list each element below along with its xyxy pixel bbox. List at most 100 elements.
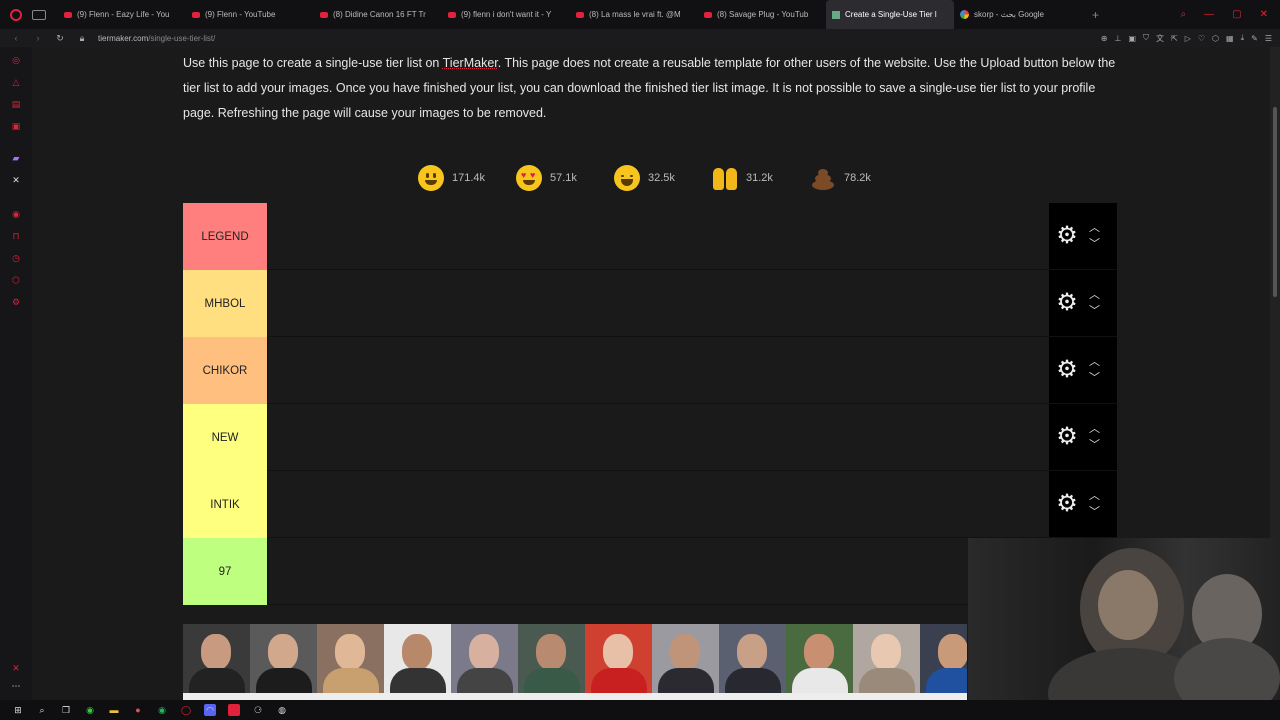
pool-image[interactable] xyxy=(518,624,585,700)
browser-tab[interactable]: (8) La mass le vrai ft. @M xyxy=(570,0,698,29)
move-up-chevron-icon[interactable]: ︿ xyxy=(1089,290,1100,301)
search-tabs-icon[interactable]: ⌕ xyxy=(1181,9,1187,20)
xbox-icon[interactable]: ◉ xyxy=(84,704,96,716)
play-icon[interactable]: ▷ xyxy=(1185,34,1191,43)
obs-icon[interactable]: ◍ xyxy=(276,704,288,716)
sidebar-extensions-icon[interactable]: ⬡ xyxy=(11,275,21,285)
tier-drop-zone[interactable] xyxy=(267,203,1049,269)
move-down-chevron-icon[interactable]: ﹀ xyxy=(1089,440,1100,451)
discord-icon[interactable]: ◠ xyxy=(204,704,216,716)
screenshot-icon[interactable]: ▦ xyxy=(1226,34,1234,43)
pool-image[interactable] xyxy=(317,624,384,700)
tier-label[interactable]: MHBOL xyxy=(183,270,267,337)
browser-tab[interactable]: (9) Flenn - Eazy Life - You xyxy=(58,0,186,29)
reaction-raised-hands[interactable]: 31.2k xyxy=(712,161,810,195)
move-up-chevron-icon[interactable]: ︿ xyxy=(1089,491,1100,502)
file-explorer-icon[interactable]: ▬ xyxy=(108,704,120,716)
maximize-icon[interactable]: ▢ xyxy=(1232,9,1241,20)
browser-tab-active[interactable]: Create a Single-Use Tier l xyxy=(826,0,954,29)
tier-drop-zone[interactable] xyxy=(267,404,1049,470)
opera-gx-icon[interactable] xyxy=(228,704,240,716)
tier-settings-gear-icon[interactable]: ⚙ xyxy=(1055,492,1079,516)
pool-image[interactable] xyxy=(585,624,652,700)
pool-image[interactable] xyxy=(920,624,967,700)
pool-image[interactable] xyxy=(250,624,317,700)
reaction-poop[interactable]: 78.2k xyxy=(810,161,908,195)
sidebar-history-icon[interactable]: ◷ xyxy=(11,253,21,263)
aria-icon[interactable]: ✎ xyxy=(1251,34,1258,43)
sidebar-flow-icon[interactable]: △ xyxy=(11,77,21,87)
forward-icon[interactable]: › xyxy=(32,33,44,43)
tier-settings-gear-icon[interactable]: ⚙ xyxy=(1055,358,1079,382)
sidebar-gx-icon[interactable]: ✕ xyxy=(11,663,21,673)
reload-icon[interactable]: ↻ xyxy=(54,33,66,44)
app-icon[interactable]: ⚆ xyxy=(252,704,264,716)
tier-drop-zone[interactable] xyxy=(267,471,1049,537)
browser-tab[interactable]: (9) flenn i don't want it - Y xyxy=(442,0,570,29)
spotify-icon[interactable]: ◉ xyxy=(156,704,168,716)
move-down-chevron-icon[interactable]: ﹀ xyxy=(1089,306,1100,317)
browser-tab[interactable]: skorp - بحث Google xyxy=(954,0,1082,29)
sidebar-x-icon[interactable]: ✕ xyxy=(11,175,21,185)
pool-image[interactable] xyxy=(786,624,853,700)
pool-image[interactable] xyxy=(853,624,920,700)
pool-image[interactable] xyxy=(652,624,719,700)
new-tab-button[interactable]: + xyxy=(1092,8,1099,22)
sidebar-player-icon[interactable]: ◉ xyxy=(11,209,21,219)
tier-label[interactable]: 97 xyxy=(183,538,267,605)
pin-icon[interactable]: ⊥ xyxy=(1114,34,1121,43)
tier-label[interactable]: LEGEND xyxy=(183,203,267,270)
move-down-chevron-icon[interactable]: ﹀ xyxy=(1089,239,1100,250)
download-icon[interactable]: ⤓ xyxy=(1241,33,1245,43)
url-field[interactable]: tiermaker.com/single-use-tier-list/ xyxy=(98,34,215,43)
snapshot-icon[interactable]: ▣ xyxy=(1128,34,1136,43)
browser-tab[interactable]: (8) Didine Canon 16 FT Tr xyxy=(314,0,442,29)
pool-image[interactable] xyxy=(719,624,786,700)
tier-label[interactable]: CHIKOR xyxy=(183,337,267,404)
move-down-chevron-icon[interactable]: ﹀ xyxy=(1089,373,1100,384)
sidebar-twitch-icon[interactable]: ▰ xyxy=(11,153,21,163)
tab-overview-icon[interactable] xyxy=(32,9,46,20)
close-icon[interactable]: ✕ xyxy=(1260,9,1268,20)
task-view-icon[interactable]: ❐ xyxy=(60,704,72,716)
tier-drop-zone[interactable] xyxy=(267,337,1049,403)
pool-image[interactable] xyxy=(183,624,250,700)
pool-image[interactable] xyxy=(451,624,518,700)
sidebar-settings-icon[interactable]: ⚙ xyxy=(11,297,21,307)
shield-icon[interactable]: ⛉ xyxy=(1143,33,1149,43)
scrollbar-thumb[interactable] xyxy=(1273,107,1277,297)
reaction-smile[interactable]: 171.4k xyxy=(418,161,516,195)
sidebar-bookmarks-icon[interactable]: ⊓ xyxy=(11,231,21,241)
share-icon[interactable]: ⇱ xyxy=(1171,34,1178,43)
zoom-icon[interactable]: ⊕ xyxy=(1101,34,1108,43)
microphone-icon[interactable]: ● xyxy=(132,704,144,716)
tiermaker-link[interactable]: TierMaker xyxy=(443,56,498,70)
minimize-icon[interactable]: — xyxy=(1204,9,1214,20)
tier-settings-gear-icon[interactable]: ⚙ xyxy=(1055,425,1079,449)
sidebar-whatsapp-icon[interactable]: ▣ xyxy=(11,121,21,131)
browser-tab[interactable]: (9) Flenn - YouTube xyxy=(186,0,314,29)
sidebar-messenger-icon[interactable]: ▤ xyxy=(11,99,21,109)
move-up-chevron-icon[interactable]: ︿ xyxy=(1089,357,1100,368)
reaction-laughing[interactable]: 32.5k xyxy=(614,161,712,195)
opera-taskbar-icon[interactable]: ◯ xyxy=(180,704,192,716)
tier-settings-gear-icon[interactable]: ⚙ xyxy=(1055,224,1079,248)
tier-label[interactable]: NEW xyxy=(183,404,267,471)
tier-settings-gear-icon[interactable]: ⚙ xyxy=(1055,291,1079,315)
heart-icon[interactable]: ♡ xyxy=(1198,34,1205,43)
start-menu-icon[interactable]: ⊞ xyxy=(12,704,24,716)
move-up-chevron-icon[interactable]: ︿ xyxy=(1089,223,1100,234)
sidebar-more-icon[interactable]: ⋯ xyxy=(11,681,21,691)
menu-icon[interactable]: ☰ xyxy=(1265,34,1272,43)
search-icon[interactable]: ⌕ xyxy=(36,704,48,716)
extensions-icon[interactable]: ⬡ xyxy=(1212,34,1219,43)
tier-drop-zone[interactable] xyxy=(267,538,1049,604)
tier-drop-zone[interactable] xyxy=(267,270,1049,336)
translate-icon[interactable]: 文 xyxy=(1156,33,1164,44)
opera-logo-icon[interactable] xyxy=(10,8,22,21)
move-up-chevron-icon[interactable]: ︿ xyxy=(1089,424,1100,435)
sidebar-aria-icon[interactable]: ◎ xyxy=(11,55,21,65)
reaction-heart-eyes[interactable]: ♥ ♥ 57.1k xyxy=(516,161,614,195)
browser-tab[interactable]: (8) Savage Plug - YouTub xyxy=(698,0,826,29)
tier-label[interactable]: INTIK xyxy=(183,471,267,538)
